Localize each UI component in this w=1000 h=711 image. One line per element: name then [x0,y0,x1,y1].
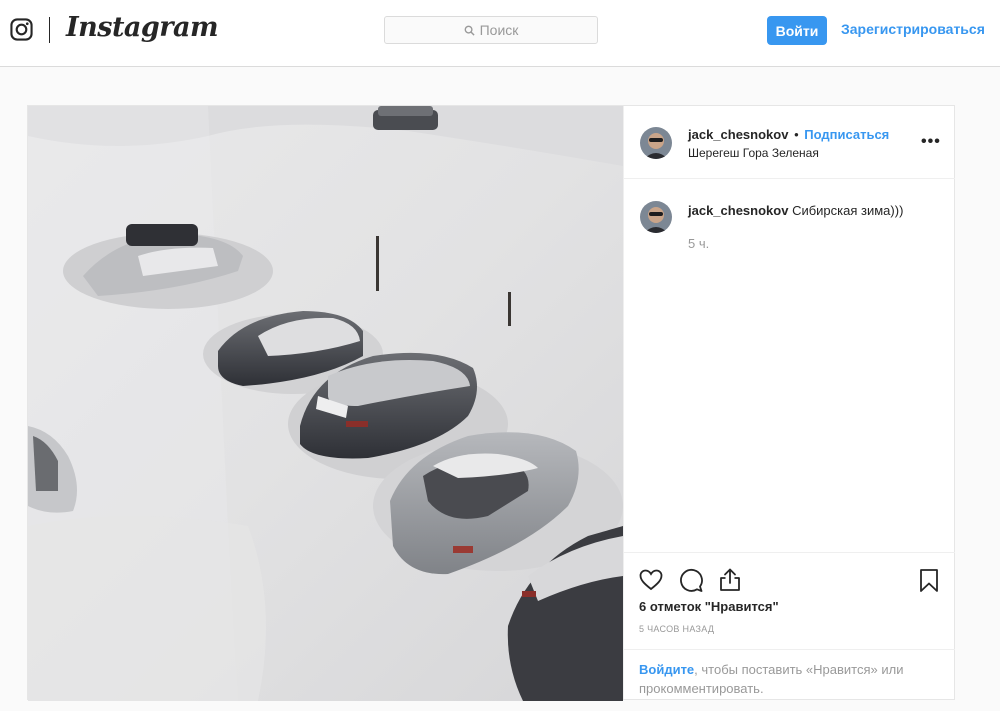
search-placeholder: Поиск [479,22,519,38]
author-username[interactable]: jack_chesnokov [688,127,788,142]
instagram-wordmark[interactable]: Instagram [66,12,219,43]
caption-avatar[interactable] [640,201,672,233]
post-photo[interactable] [28,106,623,701]
comment-icon[interactable] [678,567,704,593]
post-actions: 6 отметок "Нравится" 5 часов назад Войди… [624,552,955,699]
post-location[interactable]: Шерегеш Гора Зеленая [688,146,819,160]
caption-timestamp: 5 ч. [688,236,710,251]
caption-text: Сибирская зима))) [792,203,904,218]
post-card: jack_chesnokov • Подписаться Шерегеш Гор… [27,105,955,701]
post-sidebar: jack_chesnokov • Подписаться Шерегеш Гор… [623,106,955,699]
share-icon[interactable] [717,567,743,593]
post-caption: jack_chesnokov Сибирская зима))) [688,203,903,218]
instagram-glyph-icon[interactable] [10,18,33,41]
top-nav-bar: Instagram Поиск Войти Зарегистрироваться [0,0,1000,67]
like-count[interactable]: 6 отметок "Нравится" [639,599,779,614]
bookmark-icon[interactable] [916,567,942,593]
post-author-line: jack_chesnokov • Подписаться [688,127,889,142]
avatar[interactable] [640,127,672,159]
logo-divider [49,17,50,43]
search-input[interactable]: Поиск [384,16,598,44]
search-icon [464,25,475,36]
heart-icon[interactable] [638,567,664,593]
post-timestamp[interactable]: 5 часов назад [639,624,714,634]
login-button[interactable]: Войти [767,16,827,45]
separator-dot: • [794,127,799,142]
login-link[interactable]: Войдите [639,662,694,677]
signup-link[interactable]: Зарегистрироваться [841,21,985,37]
login-prompt: Войдите, чтобы поставить «Нравится» или … [624,649,955,698]
caption-username[interactable]: jack_chesnokov [688,203,788,218]
post-header: jack_chesnokov • Подписаться Шерегеш Гор… [624,106,955,179]
more-options-icon[interactable]: ••• [921,133,941,151]
follow-button[interactable]: Подписаться [804,127,889,142]
